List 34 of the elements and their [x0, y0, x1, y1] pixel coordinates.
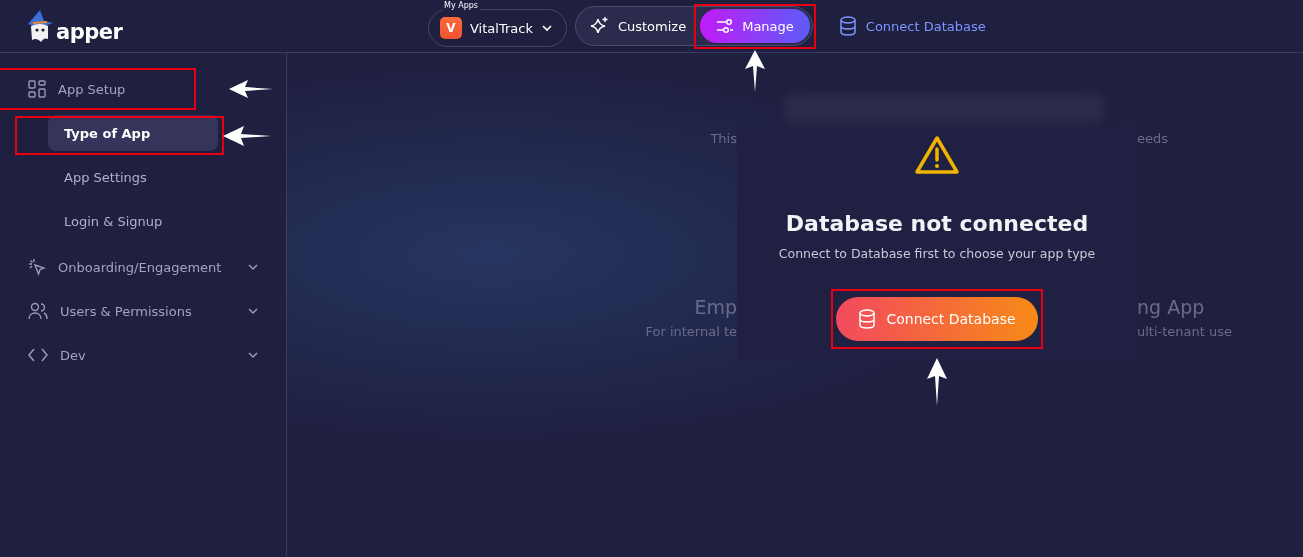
connect-database-link[interactable]: Connect Database: [838, 16, 986, 36]
dialog-title: Database not connected: [785, 211, 1089, 236]
chevron-down-icon: [540, 24, 553, 32]
cursor-click-icon: [28, 258, 46, 276]
sliders-icon: [716, 17, 735, 35]
background-text: For internal te: [645, 324, 737, 339]
code-icon: [28, 348, 48, 362]
logo-text: apper: [56, 22, 123, 43]
sidebar-item[interactable]: Dev: [0, 333, 286, 377]
chevron-down-icon: [247, 263, 259, 271]
users-icon: [28, 302, 48, 320]
background-text: This: [710, 131, 737, 146]
sidebar-subitem[interactable]: Type of App: [48, 115, 218, 151]
sidebar-item[interactable]: Users & Permissions: [0, 289, 286, 333]
database-icon: [838, 16, 857, 36]
chevron-down-icon: [247, 351, 259, 359]
database-icon: [858, 309, 877, 329]
sidebar-subitem[interactable]: Login & Signup: [48, 203, 270, 239]
dialog-message: Connect to Database first to choose your app type: [778, 246, 1096, 261]
picker-caption: My Apps: [442, 1, 480, 11]
warning-icon: [914, 135, 960, 175]
chevron-down-icon: [247, 307, 259, 315]
app-avatar: V: [440, 17, 462, 39]
mode-tab[interactable]: Customize: [577, 9, 699, 43]
background-heading: Emp: [694, 296, 737, 318]
background-text: eeds: [1137, 131, 1169, 146]
background-heading: ng App: [1137, 296, 1205, 318]
sidebar-item[interactable]: Onboarding/Engagement: [0, 245, 286, 289]
mode-tab[interactable]: Manage: [700, 9, 810, 43]
grid-icon: [28, 80, 46, 98]
sparkle-icon: [589, 16, 610, 36]
sidebar-item[interactable]: App Setup: [0, 67, 286, 111]
background-text: ulti-tenant use: [1137, 324, 1233, 339]
sidebar-subitem[interactable]: App Settings: [48, 159, 270, 195]
